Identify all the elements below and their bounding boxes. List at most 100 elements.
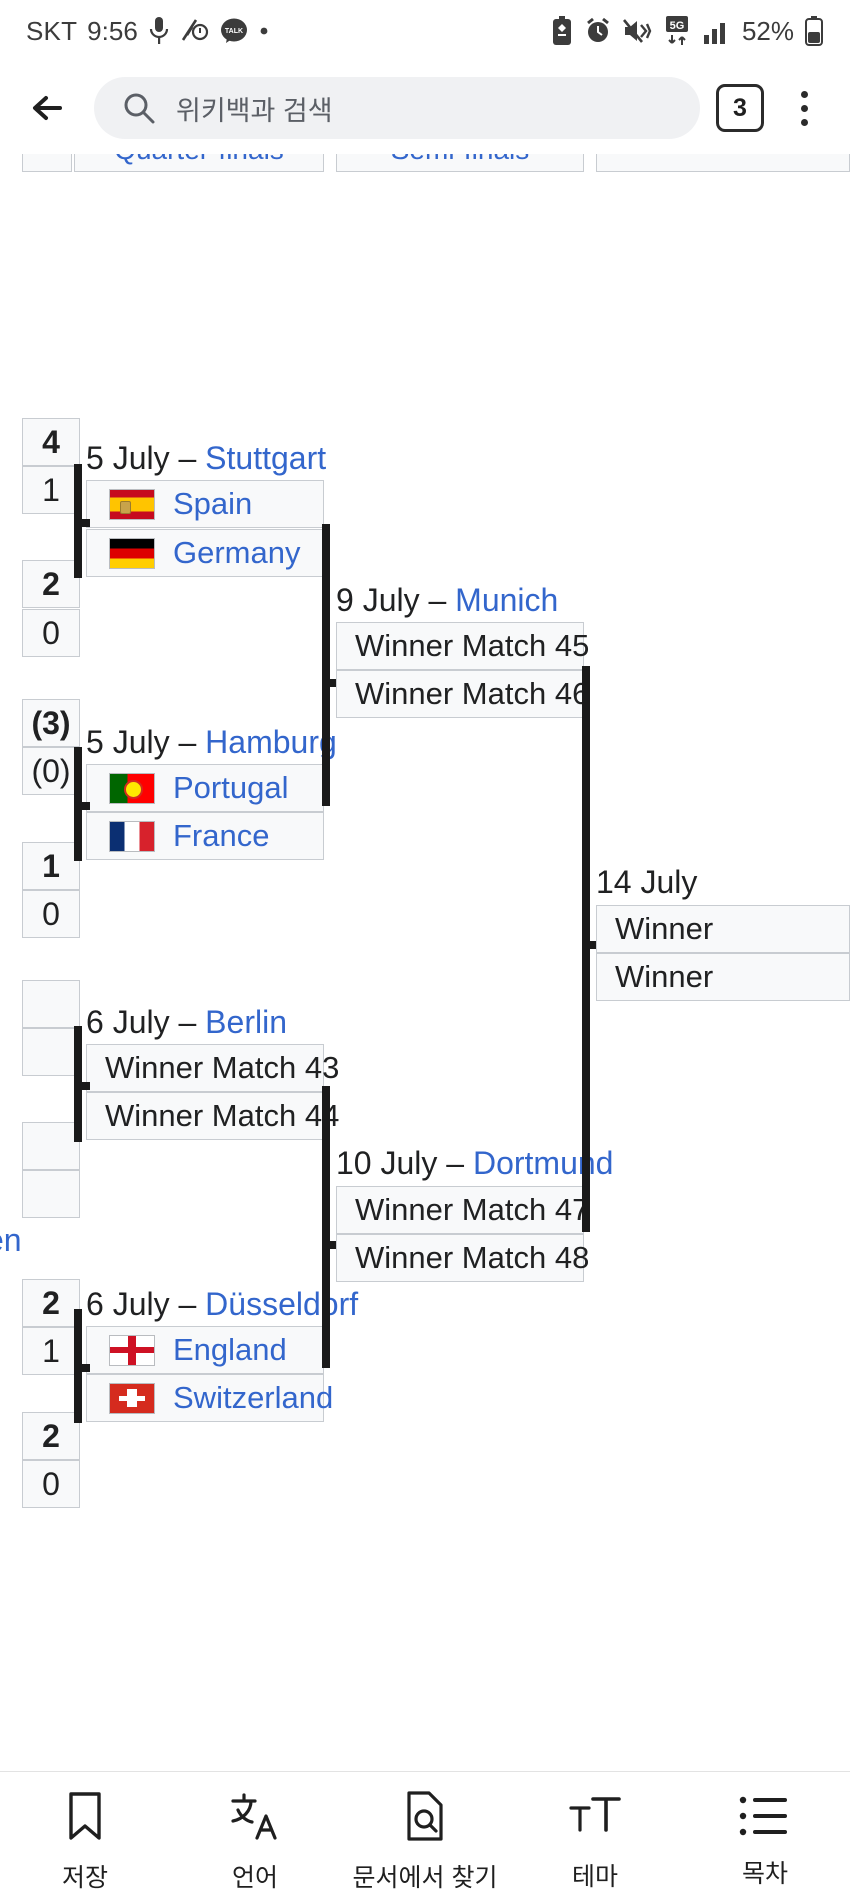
venue-link-hamburg[interactable]: Hamburg bbox=[205, 724, 337, 760]
flag-switzerland-icon bbox=[109, 1382, 155, 1414]
venue-link-berlin[interactable]: Berlin bbox=[205, 1004, 287, 1040]
round-header-quarter-finals: Quarter-finals bbox=[74, 154, 324, 172]
5g-data-icon: 5G bbox=[662, 15, 692, 47]
match-date: 5 July bbox=[86, 440, 170, 476]
team-row-final-winner-2: Winner bbox=[596, 953, 850, 1001]
bottom-item-language[interactable]: 언어 bbox=[180, 1790, 330, 1889]
match-separator: – bbox=[178, 440, 197, 476]
team-name: Winner Match 45 bbox=[355, 628, 590, 663]
search-icon bbox=[122, 91, 156, 125]
bracket-connector bbox=[74, 1364, 90, 1372]
team-name: Winner bbox=[615, 911, 714, 946]
score-cell: 0 bbox=[22, 890, 80, 938]
score-cell: 0 bbox=[22, 1460, 80, 1508]
score-cell bbox=[22, 1122, 80, 1170]
article-bottom-toolbar: 저장 언어 문서에서 찾기 테마 목차 bbox=[0, 1771, 850, 1889]
flag-england-icon bbox=[109, 1334, 155, 1366]
team-row-winner-match-46: Winner Match 46 bbox=[336, 670, 589, 718]
bracket-connector bbox=[74, 1082, 90, 1090]
team-row-winner-match-48: Winner Match 48 bbox=[336, 1234, 589, 1282]
bookmark-icon bbox=[62, 1790, 108, 1842]
team-row-england[interactable]: England bbox=[86, 1326, 324, 1374]
more-options-icon[interactable] bbox=[780, 84, 828, 132]
bottom-item-save[interactable]: 저장 bbox=[10, 1790, 160, 1889]
mic-icon bbox=[148, 16, 170, 46]
score-cell bbox=[22, 1028, 80, 1076]
bottom-item-find-in-page[interactable]: 문서에서 찾기 bbox=[350, 1790, 500, 1889]
flag-spain-icon bbox=[109, 488, 155, 520]
match-header-dusseldorf: 6 July – Düsseldorf bbox=[86, 1286, 358, 1323]
search-input[interactable]: 위키백과 검색 bbox=[94, 77, 700, 139]
round-header-semi-finals: Semi-finals bbox=[336, 154, 584, 172]
team-row-spain[interactable]: Spain bbox=[86, 480, 324, 528]
table-of-contents-icon bbox=[739, 1794, 791, 1838]
team-row-portugal[interactable]: Portugal bbox=[86, 764, 324, 812]
team-name: Winner Match 44 bbox=[105, 1098, 340, 1133]
match-date: 9 July bbox=[336, 582, 420, 618]
tab-counter-button[interactable]: 3 bbox=[716, 84, 764, 132]
match-date: 6 July bbox=[86, 1286, 170, 1322]
team-row-germany[interactable]: Germany bbox=[86, 529, 324, 577]
status-bar-left: SKT 9:56 TALK bbox=[26, 16, 270, 47]
bottom-item-label: 목차 bbox=[741, 1859, 788, 1888]
score-cell: 4 bbox=[22, 418, 80, 466]
team-row-final-winner-1: Winner bbox=[596, 905, 850, 953]
bottom-item-theme[interactable]: 테마 bbox=[520, 1791, 670, 1889]
team-name: Germany bbox=[173, 535, 301, 570]
bracket-connector bbox=[322, 1244, 330, 1368]
team-row-winner-match-44: Winner Match 44 bbox=[86, 1092, 339, 1140]
score-cell: 1 bbox=[22, 466, 80, 514]
bracket-connector bbox=[74, 802, 90, 810]
sound-mute-icon bbox=[622, 17, 652, 45]
signal-bars-icon bbox=[702, 17, 732, 45]
flag-france-icon bbox=[109, 820, 155, 852]
team-name: Spain bbox=[173, 486, 253, 521]
score-cell: (0) bbox=[22, 747, 80, 795]
vibrate-mute-icon bbox=[180, 16, 210, 46]
score-cell bbox=[22, 980, 80, 1028]
venue-link-munich[interactable]: Munich bbox=[455, 582, 558, 618]
bracket-connector bbox=[322, 1086, 330, 1250]
team-name: Winner bbox=[615, 959, 714, 994]
score-cell: 2 bbox=[22, 1412, 80, 1460]
team-name: Portugal bbox=[173, 770, 289, 805]
bottom-item-label: 테마 bbox=[571, 1862, 618, 1889]
match-date: 14 July bbox=[596, 864, 698, 900]
team-name: Winner Match 47 bbox=[355, 1192, 590, 1227]
match-header-stuttgart: 5 July – Stuttgart bbox=[86, 440, 326, 477]
venue-link-dortmund[interactable]: Dortmund bbox=[473, 1145, 614, 1181]
team-name: Winner Match 43 bbox=[105, 1050, 340, 1085]
team-name: Switzerland bbox=[173, 1380, 334, 1415]
battery-saver-icon bbox=[550, 16, 574, 46]
venue-link-dusseldorf[interactable]: Düsseldorf bbox=[205, 1286, 358, 1322]
match-date: 10 July bbox=[336, 1145, 438, 1181]
team-row-switzerland[interactable]: Switzerland bbox=[86, 1374, 333, 1422]
match-separator: – bbox=[178, 724, 197, 760]
cut-off-venue-link[interactable]: en bbox=[0, 1222, 22, 1259]
match-header-berlin: 6 July – Berlin bbox=[86, 1004, 287, 1041]
bottom-item-label: 저장 bbox=[61, 1863, 108, 1889]
article-content[interactable]: Quarter-finals Semi-finals 4 1 2 0 (3) (… bbox=[0, 154, 850, 1771]
score-cell bbox=[22, 1170, 80, 1218]
round-header-cut-left bbox=[22, 154, 72, 172]
team-name: Winner Match 48 bbox=[355, 1240, 590, 1275]
alarm-icon bbox=[584, 17, 612, 45]
browser-toolbar: 위키백과 검색 3 bbox=[0, 62, 850, 154]
bracket-connector bbox=[322, 682, 330, 806]
team-row-winner-match-43: Winner Match 43 bbox=[86, 1044, 339, 1092]
bracket-connector bbox=[582, 944, 590, 1232]
dot-icon bbox=[258, 25, 270, 37]
back-button[interactable] bbox=[22, 80, 78, 136]
bottom-item-label: 문서에서 찾기 bbox=[352, 1863, 498, 1889]
battery-percent-label: 52% bbox=[741, 15, 794, 46]
translate-icon bbox=[229, 1790, 281, 1842]
venue-link-stuttgart[interactable]: Stuttgart bbox=[205, 440, 326, 476]
bracket-connector bbox=[582, 666, 590, 950]
score-cell: 2 bbox=[22, 1279, 80, 1327]
bottom-item-contents[interactable]: 목차 bbox=[690, 1794, 840, 1889]
team-row-france[interactable]: France bbox=[86, 812, 324, 860]
search-placeholder-text: 위키백과 검색 bbox=[176, 95, 333, 126]
score-cell: 0 bbox=[22, 609, 80, 657]
score-cell: 1 bbox=[22, 842, 80, 890]
carrier-label: SKT bbox=[26, 15, 78, 46]
